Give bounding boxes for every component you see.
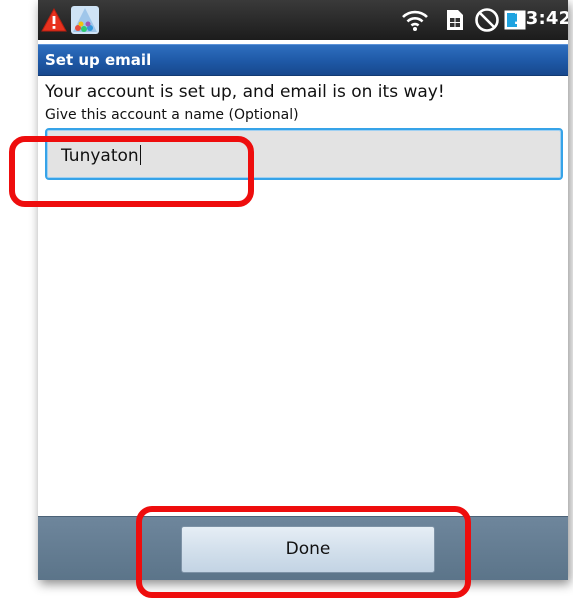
bottom-bar: Done — [38, 516, 568, 580]
account-name-label: Give this account a name (Optional) — [45, 107, 299, 123]
done-button[interactable]: Done — [181, 526, 435, 573]
setup-complete-message: Your account is set up, and email is on … — [45, 82, 445, 102]
account-name-value: Tunyaton — [61, 146, 139, 166]
status-time: 13:42 — [513, 8, 568, 29]
phone-screen: 13:42 Set up email Your account is set u… — [38, 0, 568, 580]
page: 13:42 Set up email Your account is set u… — [0, 0, 573, 599]
account-name-input[interactable]: Tunyaton — [45, 128, 563, 180]
page-title: Set up email — [45, 51, 152, 69]
app-icon — [71, 6, 99, 34]
sim-card-icon — [447, 10, 463, 30]
status-bar: 13:42 — [38, 0, 568, 40]
account-name-value-wrap: Tunyaton — [61, 145, 141, 166]
blocked-icon — [475, 8, 499, 32]
text-cursor — [139, 145, 141, 165]
warning-icon — [41, 8, 67, 32]
wifi-icon — [402, 10, 428, 31]
title-bar: Set up email — [38, 44, 568, 76]
